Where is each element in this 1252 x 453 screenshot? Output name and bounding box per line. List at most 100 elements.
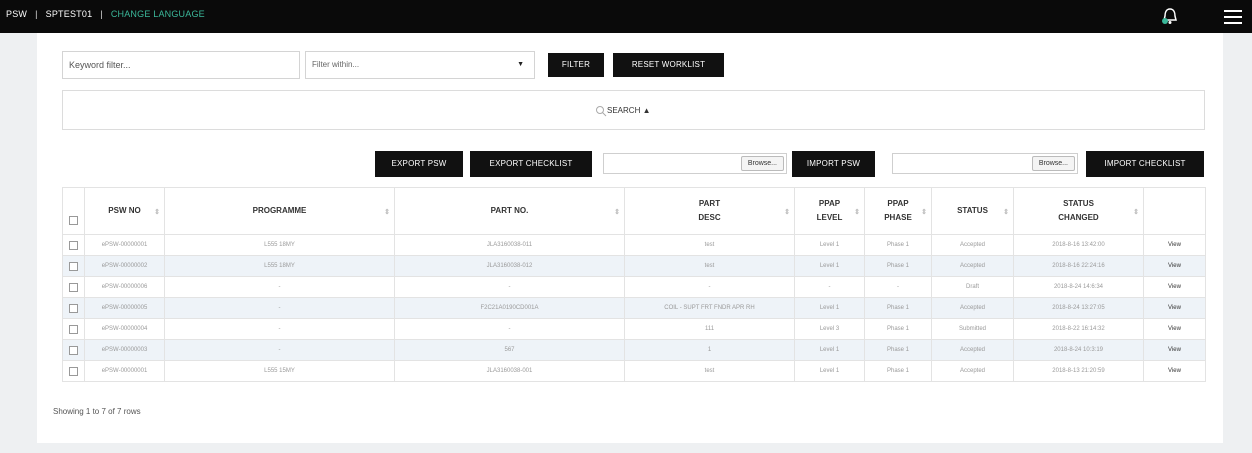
column-header[interactable]: PPAP LEVEL ⇕ [794, 187, 865, 235]
row-checkbox[interactable] [69, 324, 78, 334]
row-checkbox[interactable] [69, 345, 78, 355]
sort-icon: ⇕ [921, 209, 927, 216]
sort-icon: ⇕ [1003, 209, 1009, 216]
column-header[interactable]: PSW NO ⇕ [84, 187, 165, 235]
search-label: SEARCH ▲ [607, 106, 651, 116]
view-link[interactable]: View [1143, 318, 1206, 340]
row-checkbox[interactable] [69, 261, 78, 271]
table-cell: 2018-8-16 13:42:00 [1013, 234, 1144, 256]
sort-icon: ⇕ [784, 209, 790, 216]
table-cell: 2018-8-16 22:24:16 [1013, 255, 1144, 277]
column-header[interactable]: PPAP PHASE ⇕ [864, 187, 932, 235]
worklist-panel: Keyword filter... Filter within... ▼ FIL… [37, 33, 1223, 443]
table-row: ePSW-00000003-567 1 Level 1 Phase 1 Accepted… [62, 339, 1206, 361]
table-cell: Accepted [931, 234, 1014, 256]
table-cell: Phase 1 [864, 360, 932, 382]
import-psw-button[interactable]: IMPORT PSW [792, 151, 875, 177]
table-cell: Accepted [931, 360, 1014, 382]
actions-header [1143, 187, 1206, 235]
separator: | [100, 9, 103, 19]
row-checkbox[interactable] [69, 240, 78, 250]
table-cell: Accepted [931, 297, 1014, 319]
column-header[interactable]: PART DESC ⇕ [624, 187, 795, 235]
view-link[interactable]: View [1143, 297, 1206, 319]
export-checklist-button[interactable]: EXPORT CHECKLIST [470, 151, 592, 177]
table-cell: - [624, 276, 795, 298]
table-cell: Phase 1 [864, 339, 932, 361]
sort-icon: ⇕ [614, 209, 620, 216]
filter-within-value: Filter within... [312, 60, 360, 69]
search-toggle[interactable]: SEARCH ▲ [595, 105, 650, 117]
browse-checklist-button[interactable]: Browse... [1031, 156, 1075, 171]
psw-file-input[interactable]: Browse... [603, 153, 787, 174]
filter-within-select[interactable]: Filter within... ▼ [305, 51, 535, 79]
table-row: ePSW-00000006- - - - - Draft 2018-8-24 14:6:34… [62, 276, 1206, 298]
row-select-cell [62, 339, 85, 361]
export-psw-button[interactable]: EXPORT PSW [375, 151, 463, 177]
row-select-cell [62, 318, 85, 340]
checklist-file-input[interactable]: Browse... [892, 153, 1078, 174]
view-link[interactable]: View [1143, 255, 1206, 277]
magnifier-icon [596, 106, 607, 117]
table-cell: 2018-8-24 14:6:34 [1013, 276, 1144, 298]
psw-table: PSW NO ⇕ PROGRAMME ⇕ PART NO. ⇕ PART DESC ⇕ … [62, 187, 1206, 382]
table-cell: - [164, 318, 395, 340]
reset-worklist-button[interactable]: RESET WORKLIST [613, 53, 724, 77]
view-link[interactable]: View [1143, 276, 1206, 298]
column-header[interactable]: PROGRAMME ⇕ [164, 187, 395, 235]
user-name[interactable]: SPTEST01 [46, 9, 93, 19]
column-header[interactable]: PART NO. ⇕ [394, 187, 625, 235]
table-cell: Level 1 [794, 360, 865, 382]
table-cell: Phase 1 [864, 234, 932, 256]
bell-icon[interactable] [1160, 6, 1180, 26]
import-checklist-button[interactable]: IMPORT CHECKLIST [1086, 151, 1204, 177]
change-language-link[interactable]: CHANGE LANGUAGE [111, 9, 205, 19]
table-cell: Submitted [931, 318, 1014, 340]
view-link[interactable]: View [1143, 234, 1206, 256]
table-cell: Accepted [931, 255, 1014, 277]
table-cell: Draft [931, 276, 1014, 298]
column-header[interactable]: STATUS CHANGED ⇕ [1013, 187, 1144, 235]
table-cell: JLA3160038-012 [394, 255, 625, 277]
app-name[interactable]: PSW [6, 9, 27, 19]
table-cell: - [794, 276, 865, 298]
table-cell: ePSW-00000004 [84, 318, 165, 340]
table-cell: ePSW-00000001 [84, 234, 165, 256]
row-checkbox[interactable] [69, 282, 78, 292]
hamburger-menu-icon[interactable] [1224, 10, 1242, 24]
table-row: ePSW-00000005- F2C21A0190CD001A COIL - SUP… [62, 297, 1206, 319]
table-cell: ePSW-00000003 [84, 339, 165, 361]
browse-psw-button[interactable]: Browse... [740, 156, 784, 171]
chevron-down-icon: ▼ [517, 61, 524, 68]
table-row: ePSW-00000002 L555 18MY JLA3160038-012 test… [62, 255, 1206, 277]
table-row: ePSW-00000001 L555 15MY JLA3160038-001 test… [62, 360, 1206, 382]
table-cell: - [164, 276, 395, 298]
table-cell: Phase 1 [864, 255, 932, 277]
table-row: ePSW-00000001 L555 18MY JLA3160038-011 test… [62, 234, 1206, 256]
table-cell: 2018-8-24 13:27:05 [1013, 297, 1144, 319]
table-cell: 1 [624, 339, 795, 361]
select-all-checkbox[interactable] [69, 215, 78, 225]
table-cell: ePSW-00000001 [84, 360, 165, 382]
view-link[interactable]: View [1143, 339, 1206, 361]
filter-button[interactable]: FILTER [548, 53, 604, 77]
column-header[interactable]: STATUS ⇕ [931, 187, 1014, 235]
keyword-filter-input[interactable]: Keyword filter... [62, 51, 300, 79]
table-cell: L555 15MY [164, 360, 395, 382]
row-select-cell [62, 360, 85, 382]
table-cell: test [624, 255, 795, 277]
table-cell: ePSW-00000002 [84, 255, 165, 277]
sort-icon: ⇕ [384, 209, 390, 216]
table-cell: 2018-8-24 10:3:19 [1013, 339, 1144, 361]
table-cell: test [624, 234, 795, 256]
table-cell: Level 1 [794, 339, 865, 361]
row-checkbox[interactable] [69, 366, 78, 376]
table-header: PSW NO ⇕ PROGRAMME ⇕ PART NO. ⇕ PART DESC ⇕ … [62, 187, 1206, 235]
table-cell: Accepted [931, 339, 1014, 361]
table-cell: Level 1 [794, 297, 865, 319]
view-link[interactable]: View [1143, 360, 1206, 382]
table-cell: ePSW-00000006 [84, 276, 165, 298]
separator: | [35, 9, 38, 19]
table-cell: test [624, 360, 795, 382]
row-checkbox[interactable] [69, 303, 78, 313]
